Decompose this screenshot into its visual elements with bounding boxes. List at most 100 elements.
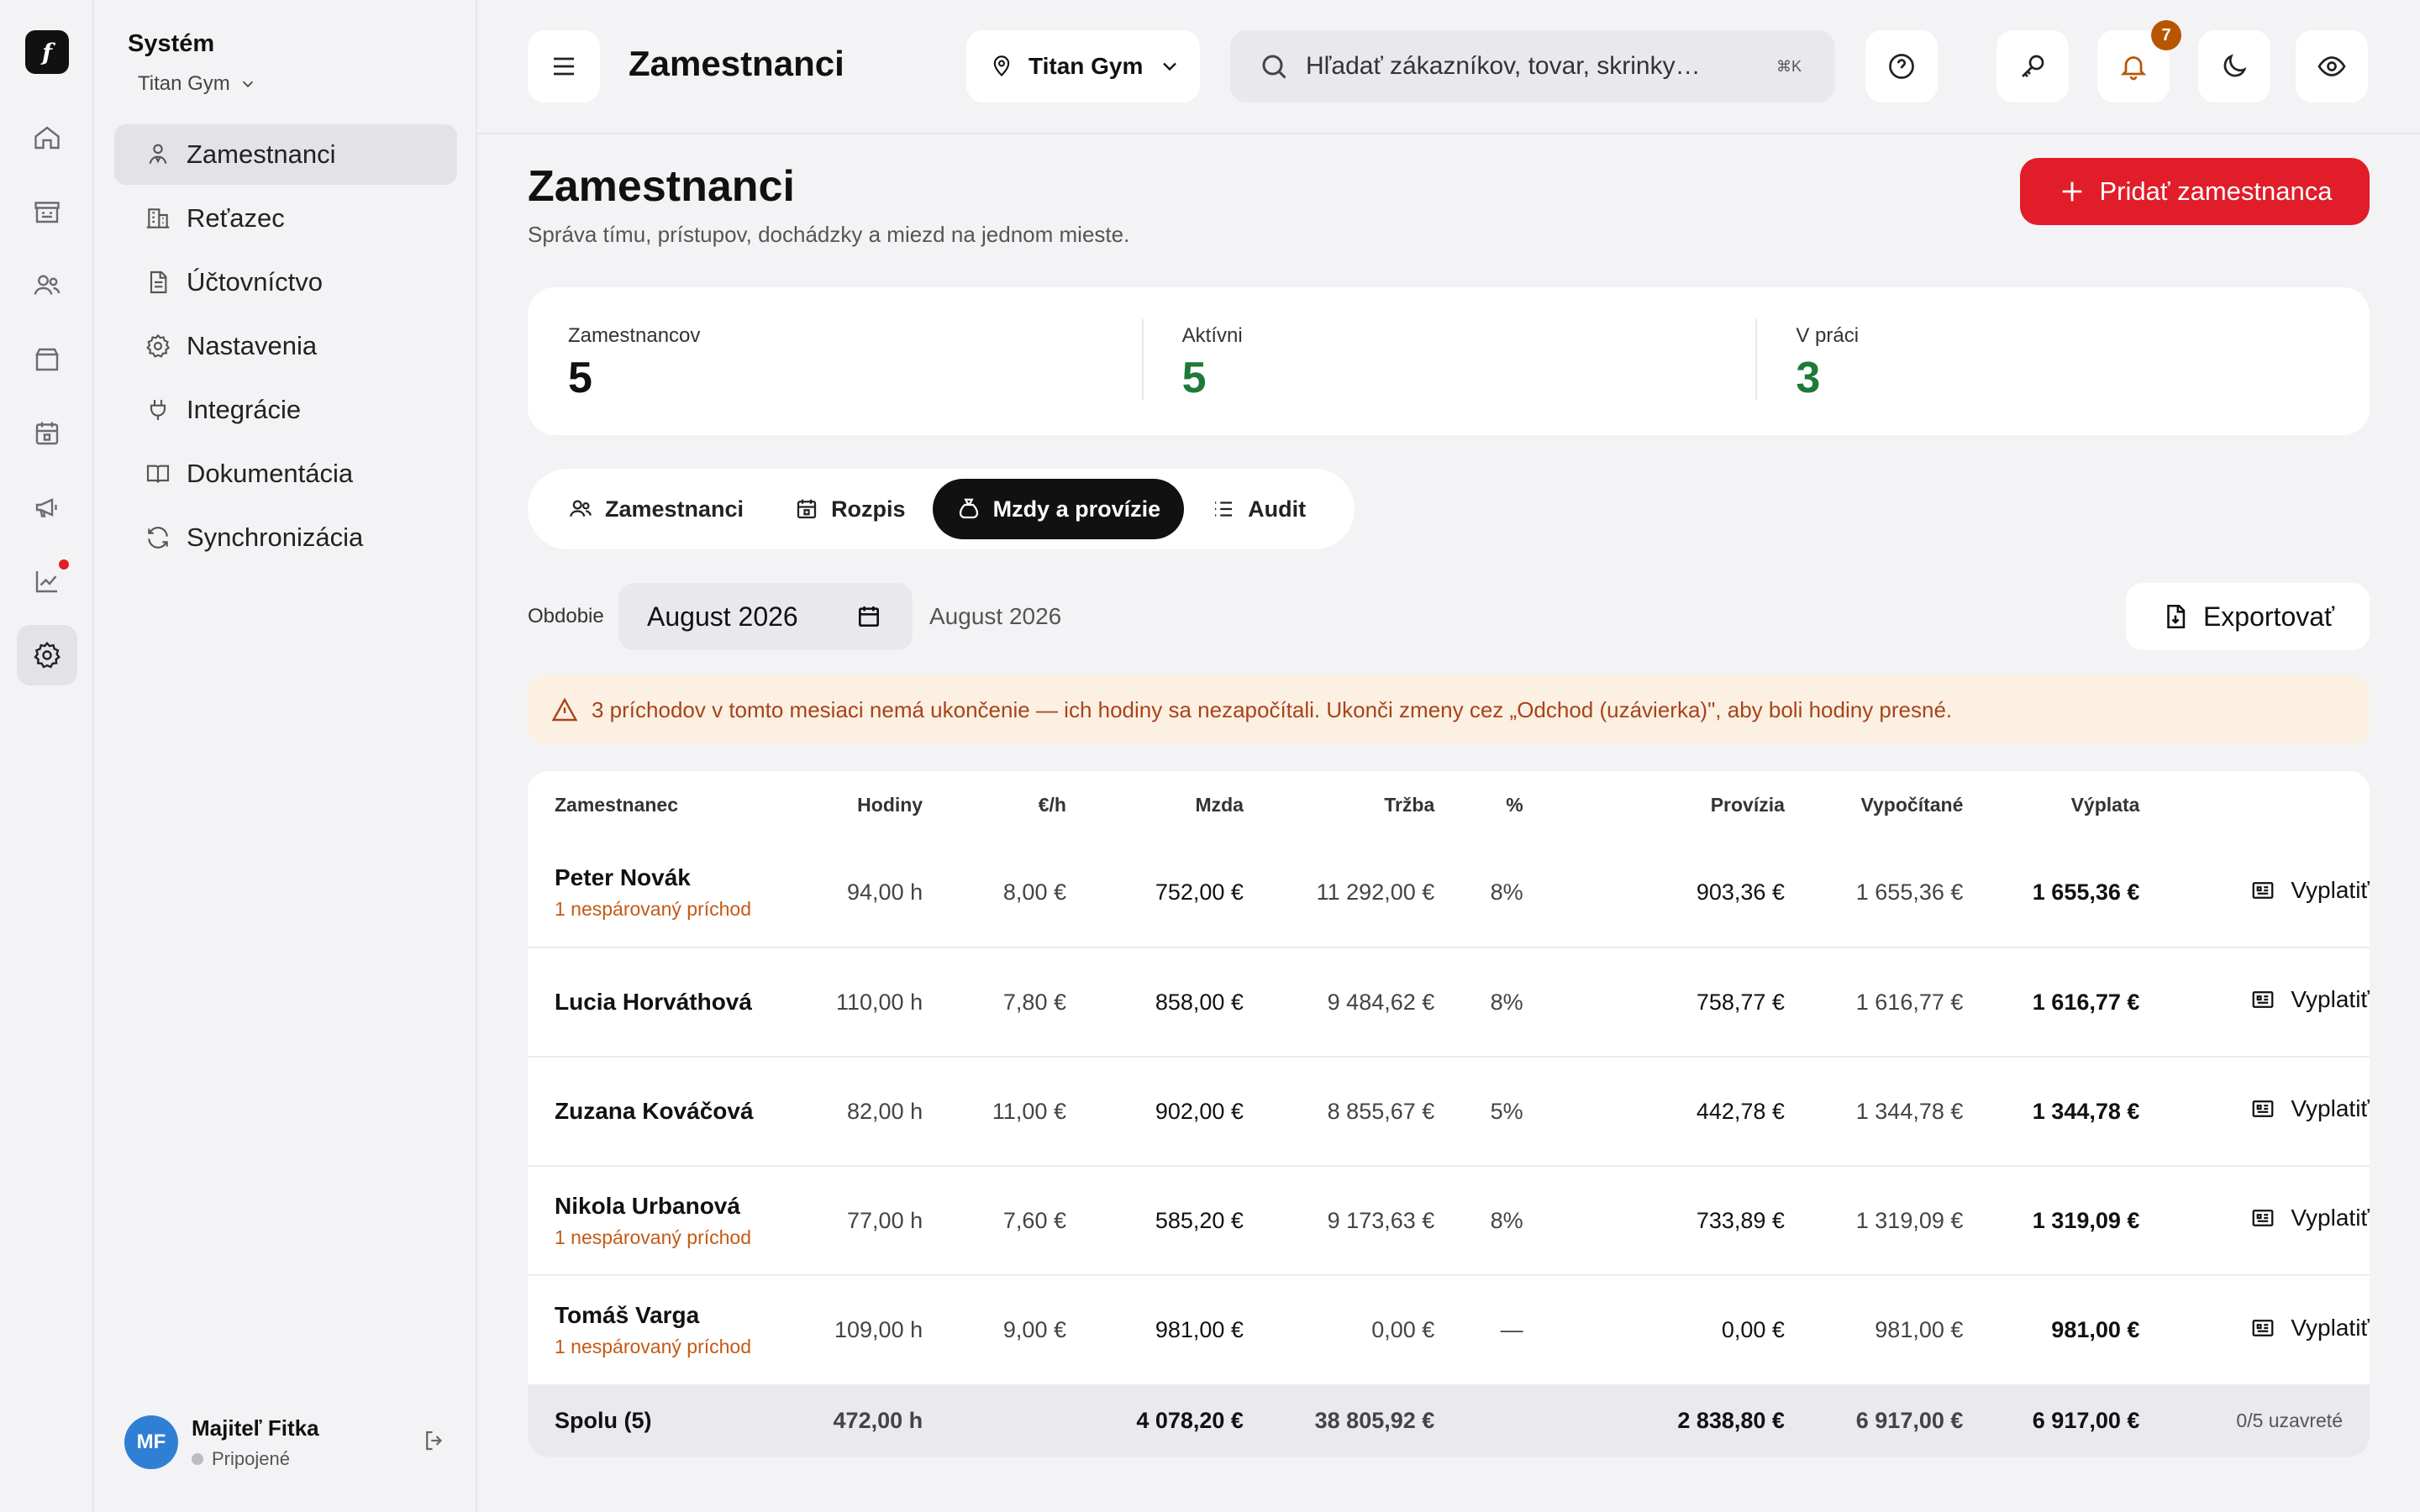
- help-icon: [1889, 54, 1914, 79]
- theme-toggle[interactable]: [2198, 30, 2270, 102]
- sidebar-item-chain[interactable]: Reťazec: [114, 188, 457, 249]
- employee-name[interactable]: Lucia Horváthová: [555, 989, 776, 1016]
- table-row[interactable]: Tomáš Varga 1 nespárovaný príchod 109,00 …: [528, 1274, 2370, 1384]
- revenue-cell: 0,00 €: [1243, 1274, 1435, 1384]
- user-profile[interactable]: MF Majiteľ Fitka Pripojené: [124, 1411, 447, 1473]
- eye-icon: [2317, 56, 2346, 76]
- tab-audit[interactable]: Audit: [1187, 479, 1329, 539]
- status-text: Pripojené: [212, 1447, 290, 1469]
- location-selector[interactable]: Titan Gym: [966, 30, 1200, 102]
- table-row[interactable]: Peter Novák 1 nespárovaný príchod 94,00 h…: [528, 838, 2370, 948]
- total-label: Spolu (5): [528, 1384, 776, 1457]
- sidebar-item-integrations[interactable]: Integrácie: [114, 380, 457, 440]
- pay-button[interactable]: Vyplatiť: [2250, 1095, 2370, 1122]
- employee-name[interactable]: Peter Novák: [555, 864, 776, 891]
- wage-cell: 902,00 €: [1065, 1056, 1244, 1166]
- period-picker[interactable]: August 2026: [618, 583, 913, 650]
- list-icon: [1215, 501, 1233, 517]
- document-icon: [150, 270, 167, 294]
- box-icon[interactable]: [17, 329, 77, 390]
- sidebar-item-accounting[interactable]: Účtovníctvo: [114, 252, 457, 312]
- notification-dot: [59, 559, 69, 570]
- chart-icon[interactable]: [17, 551, 77, 612]
- sidebar-item-sync[interactable]: Synchronizácia: [114, 507, 457, 568]
- notification-badge: 7: [2151, 20, 2181, 50]
- gym-selector-label: Titan Gym: [138, 72, 230, 95]
- total-commission: 2 838,80 €: [1523, 1384, 1785, 1457]
- calendar-icon[interactable]: [17, 403, 77, 464]
- plus-icon: [2062, 181, 2081, 202]
- sidebar-item-employees[interactable]: Zamestnanci: [114, 124, 457, 185]
- commission-cell: 903,36 €: [1696, 879, 1785, 905]
- tab-schedule[interactable]: Rozpis: [771, 479, 929, 539]
- commission-cell: 442,78 €: [1523, 1056, 1785, 1166]
- export-button[interactable]: Exportovať: [2126, 583, 2370, 650]
- add-employee-button[interactable]: Pridať zamestnanca: [2020, 158, 2370, 225]
- building-icon: [146, 208, 170, 228]
- sidebar-item-documentation[interactable]: Dokumentácia: [114, 444, 457, 504]
- settings-icon[interactable]: [17, 625, 77, 685]
- period-value: August 2026: [647, 601, 798, 632]
- warning-icon: [551, 697, 578, 722]
- pay-button[interactable]: Vyplatiť: [2250, 1205, 2370, 1231]
- notifications-button[interactable]: 7: [2097, 20, 2181, 102]
- revenue-cell: 11 292,00 €: [1316, 879, 1435, 905]
- megaphone-icon[interactable]: [17, 477, 77, 538]
- pay-label: Vyplatiť: [2291, 1095, 2370, 1121]
- stats-card: Zamestnancov 5 Aktívni 5 V práci 3: [528, 287, 2370, 435]
- chevron-down-icon: [242, 81, 253, 88]
- column-header-actions: [2139, 771, 2370, 838]
- home-icon[interactable]: [17, 108, 77, 168]
- payout-cell: 1 655,36 €: [2032, 879, 2140, 905]
- column-header: %: [1506, 793, 1523, 816]
- avatar: MF: [124, 1415, 178, 1469]
- gym-selector[interactable]: Titan Gym: [138, 72, 257, 96]
- total-rate-empty: [923, 1384, 1066, 1457]
- payroll-table: Zamestnanec Hodiny €/h Mzda Tržba % Prov…: [528, 771, 2370, 1457]
- tab-employees[interactable]: Zamestnanci: [544, 479, 767, 539]
- table-row[interactable]: Lucia Horváthová 110,00 h 7,80 € 858,00 …: [528, 947, 2370, 1057]
- pay-button[interactable]: Vyplatiť: [2250, 986, 2370, 1013]
- tab-payroll[interactable]: Mzdy a provízie: [932, 479, 1185, 539]
- period-label: Obdobie: [528, 605, 604, 627]
- settings-sidebar: Systém Titan Gym Zamestnanci Reťazec Účt…: [94, 0, 477, 1512]
- app-logo[interactable]: f: [25, 30, 69, 74]
- warning-text: 3 príchodov v tomto mesiaci nemá ukončen…: [592, 696, 1953, 722]
- unpaired-warning: 1 nespárovaný príchod: [555, 898, 751, 920]
- menu-button[interactable]: [528, 30, 600, 102]
- sidebar-item-label: Dokumentácia: [187, 459, 354, 488]
- users-icon[interactable]: [17, 255, 77, 316]
- table-row[interactable]: Nikola Urbanová 1 nespárovaný príchod 77,…: [528, 1165, 2370, 1275]
- employee-name[interactable]: Tomáš Varga: [555, 1302, 776, 1329]
- file-export-icon: [2167, 604, 2186, 629]
- receipt-icon: [2253, 881, 2274, 899]
- sidebar-item-settings[interactable]: Nastavenia: [114, 316, 457, 376]
- help-button[interactable]: [1865, 30, 1938, 102]
- calendar-icon: [859, 606, 879, 627]
- pay-label: Vyplatiť: [2291, 876, 2370, 903]
- stat-active: Aktívni 5: [1141, 287, 1756, 435]
- store-icon[interactable]: [17, 181, 77, 242]
- column-header: Mzda: [1195, 793, 1244, 816]
- total-hours: 472,00 h: [776, 1384, 923, 1457]
- page-title: Zamestnanci: [528, 162, 795, 211]
- hamburger-icon: [554, 57, 574, 76]
- stat-employees: Zamestnancov 5: [528, 287, 1142, 435]
- user-name: Majiteľ Fitka: [192, 1415, 319, 1441]
- commission-cell: 733,89 €: [1523, 1165, 1785, 1275]
- key-button[interactable]: [1996, 30, 2069, 102]
- calculated-cell: 1 655,36 €: [1855, 879, 1964, 905]
- employee-name[interactable]: Nikola Urbanová: [555, 1193, 776, 1220]
- total-revenue: 38 805,92 €: [1243, 1384, 1435, 1457]
- visibility-toggle[interactable]: [2296, 30, 2368, 102]
- pay-button[interactable]: Vyplatiť: [2250, 1315, 2370, 1341]
- employee-name[interactable]: Zuzana Kováčová: [555, 1098, 776, 1125]
- search-input[interactable]: [1306, 52, 1726, 81]
- percent-cell: 8%: [1490, 879, 1523, 905]
- wage-cell: 585,20 €: [1065, 1165, 1244, 1275]
- add-employee-label: Pridať zamestnanca: [2099, 176, 2333, 206]
- pay-button[interactable]: Vyplatiť: [2250, 877, 2370, 904]
- table-row[interactable]: Zuzana Kováčová 82,00 h 11,00 € 902,00 €…: [528, 1056, 2370, 1166]
- bell-icon: [2120, 56, 2147, 81]
- logout-icon[interactable]: [422, 1428, 447, 1453]
